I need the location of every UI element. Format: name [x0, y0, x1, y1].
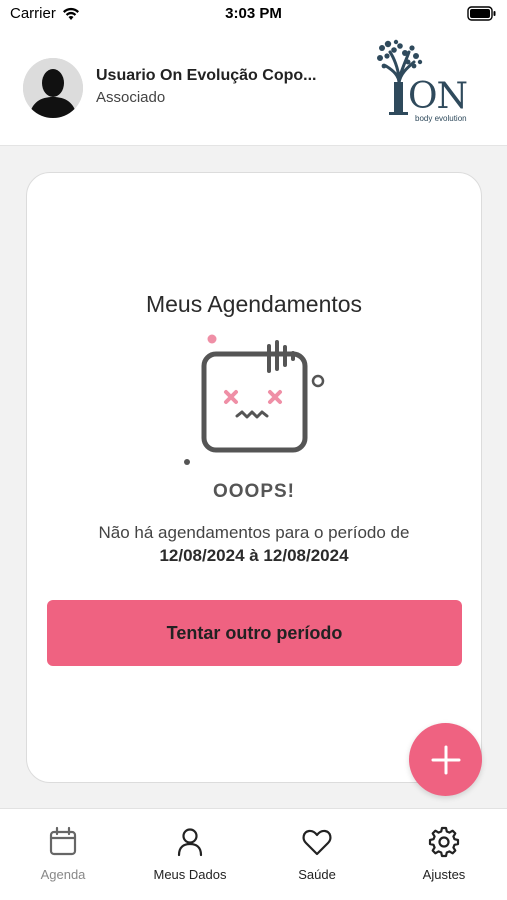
period-range: 12/08/2024 à 12/08/2024: [159, 546, 349, 565]
person-silhouette-icon: [23, 58, 83, 118]
page-title: Meus Agendamentos: [145, 291, 363, 317]
empty-message: Não há agendamentos para o período de: [98, 523, 410, 542]
sad-robot-icon: [184, 334, 325, 465]
tab-label: Meus Dados: [153, 867, 227, 882]
gear-icon: [428, 826, 460, 858]
heart-icon: [302, 829, 332, 856]
tab-label: Saúde: [298, 867, 336, 882]
tab-ajustes[interactable]: Ajustes: [381, 809, 507, 900]
user-name: Usuario On Evolução Copo...: [96, 67, 317, 84]
brand-wordmark: ON: [408, 76, 468, 117]
user-icon: [177, 828, 203, 857]
plus-icon: [431, 745, 460, 774]
tab-label: Agenda: [40, 867, 86, 882]
calendar-icon: [49, 826, 77, 856]
empty-state-illustration: [177, 331, 332, 469]
oops-heading: OOOPS!: [212, 481, 295, 502]
retry-period-button[interactable]: Tentar outro período: [47, 600, 462, 666]
tab-label: Ajustes: [422, 867, 466, 882]
tab-saude[interactable]: Saúde: [254, 809, 380, 900]
add-appointment-button[interactable]: [409, 723, 482, 796]
avatar[interactable]: [23, 58, 83, 118]
tab-meus-dados[interactable]: Meus Dados: [127, 809, 253, 900]
appointments-card: Meus Agendamentos OOOPS! Não há agendame…: [26, 172, 482, 783]
tab-agenda[interactable]: Agenda: [0, 809, 126, 900]
brand-logo: ON body evolution: [372, 38, 482, 128]
user-role: Associado: [96, 89, 166, 106]
brand-tagline: body evolution: [415, 114, 467, 123]
bottom-tab-bar: Agenda Meus Dados Saúde Ajustes: [0, 808, 507, 900]
app-header: Usuario On Evolução Copo... Associado ON…: [0, 30, 507, 146]
status-bar: Carrier 3:03 PM: [0, 0, 507, 30]
status-time: 3:03 PM: [225, 5, 282, 22]
battery-icon: [467, 6, 497, 25]
